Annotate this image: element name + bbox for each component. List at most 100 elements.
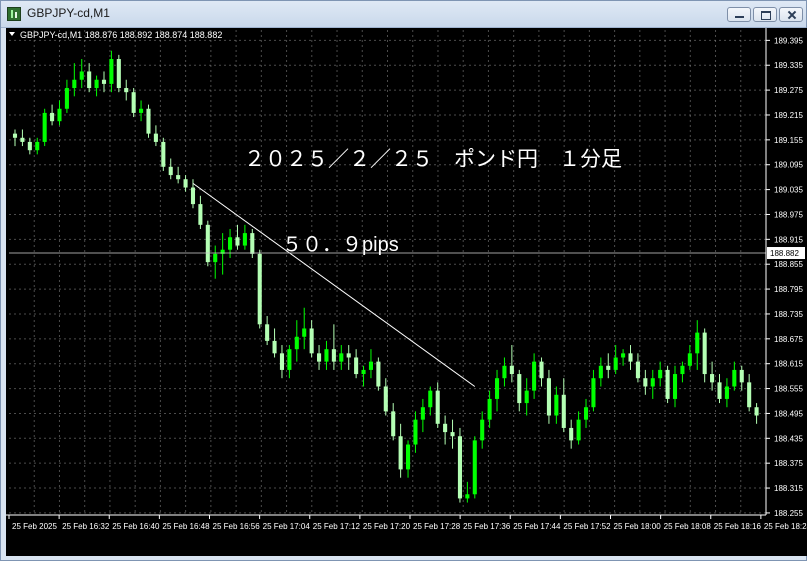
candle-body-bull xyxy=(339,353,344,362)
candle-body-bull xyxy=(72,79,77,89)
candle-body-bull xyxy=(287,349,292,370)
y-tick-label: 188.675 xyxy=(774,335,803,344)
grid xyxy=(9,30,766,515)
y-tick-label: 188.855 xyxy=(774,260,803,269)
candle-body-bull xyxy=(732,369,737,387)
candle-body-bull xyxy=(658,369,663,379)
candle-body-bull xyxy=(242,233,247,246)
y-tick-label: 189.215 xyxy=(774,111,803,120)
candle-body-bull xyxy=(554,394,559,416)
candle-body-bear xyxy=(717,382,722,399)
y-tick-label: 188.975 xyxy=(774,210,803,219)
overlays: 188.882 xyxy=(9,182,805,387)
candle-body-bull xyxy=(361,369,366,375)
x-tick-label: 25 Feb 16:56 xyxy=(213,522,261,531)
candle-body-bear xyxy=(561,394,566,428)
candle-body-bull xyxy=(213,253,218,263)
candle-body-bull xyxy=(680,365,685,375)
window-titlebar[interactable]: GBPJPY-cd,M1 xyxy=(1,1,806,28)
candle-body-bear xyxy=(346,353,351,358)
current-price-label: 188.882 xyxy=(770,249,799,258)
candle-body-bear xyxy=(250,233,255,254)
candle-body-bear xyxy=(183,179,188,188)
x-tick-label: 25 Feb 16:40 xyxy=(112,522,160,531)
candle-body-bull xyxy=(494,378,500,399)
chart-window-icon xyxy=(7,7,21,21)
candle-body-bull xyxy=(695,332,700,354)
y-tick-label: 189.395 xyxy=(774,36,803,45)
x-tick-label: 25 Feb 17:36 xyxy=(463,522,511,531)
candle-body-bear xyxy=(279,353,285,370)
x-tick-label: 25 Feb 18:08 xyxy=(664,522,712,531)
candle-body-bull xyxy=(583,407,589,420)
x-tick-label: 25 Feb 16:48 xyxy=(162,522,210,531)
candlestick-chart[interactable]: 188.882 189.395 189.335 189.275 189.215 189.… xyxy=(6,28,807,556)
minimize-button[interactable] xyxy=(727,7,751,22)
candle-body-bear xyxy=(116,59,121,89)
candle-body-bear xyxy=(665,369,670,399)
y-tick-label: 188.435 xyxy=(774,434,803,443)
candle-body-bull xyxy=(420,407,425,420)
candle-body-bull xyxy=(524,390,529,404)
candle-body-bull xyxy=(428,390,433,408)
candle-body-bear xyxy=(50,112,55,122)
chart-window: GBPJPY-cd,M1 188.882 189.395 189.335 189.2… xyxy=(0,0,807,561)
candle-body-bear xyxy=(354,357,359,375)
y-tick-label: 189.275 xyxy=(774,86,803,95)
chart-area[interactable]: 188.882 189.395 189.335 189.275 189.215 189.… xyxy=(6,28,807,556)
candle-body-bear xyxy=(739,369,744,383)
candle-body-bull xyxy=(532,361,537,391)
candle-body-bear xyxy=(710,374,715,383)
candle-body-bear xyxy=(435,390,440,424)
close-button[interactable] xyxy=(779,7,803,22)
candle-body-bull xyxy=(294,336,299,350)
candle-body-bear xyxy=(643,378,648,387)
x-tick-label: 25 Feb 17:28 xyxy=(413,522,461,531)
candle-body-bear xyxy=(235,237,240,246)
candle-body-bear xyxy=(517,374,522,404)
y-tick-label: 188.735 xyxy=(774,310,803,319)
candle-body-bear xyxy=(398,436,403,470)
chart-header: GBPJPY-cd,M1 188.876 188.892 188.874 188… xyxy=(20,30,222,40)
header-dropdown-icon[interactable] xyxy=(9,32,15,36)
candle-body-bear xyxy=(391,411,396,437)
y-tick-label: 189.095 xyxy=(774,161,803,170)
candle-body-bull xyxy=(472,440,477,495)
candle-body-bear xyxy=(161,141,166,167)
candle-body-bull xyxy=(598,365,603,379)
candle-body-bear xyxy=(309,328,314,354)
candle-body-bull xyxy=(139,108,144,113)
annotation-title: ２０２５／２／２５ ポンド円 １分足 xyxy=(244,148,622,171)
maximize-button[interactable] xyxy=(753,7,777,22)
y-tick-label: 188.375 xyxy=(774,459,803,468)
candle-body-bear xyxy=(747,382,752,408)
candle-body-bull xyxy=(42,112,47,142)
y-tick-label: 188.795 xyxy=(774,285,803,294)
candle-body-bull xyxy=(302,328,307,337)
candle-body-bull xyxy=(650,378,655,387)
candle-body-bear xyxy=(457,436,462,499)
candle-body-bear xyxy=(124,88,129,93)
y-tick-label: 189.155 xyxy=(774,136,803,145)
candle-body-bull xyxy=(57,108,62,122)
candle-body-bull xyxy=(406,444,411,470)
candle-body-bull xyxy=(368,361,373,370)
x-tick-label: 25 Feb 16:32 xyxy=(62,522,110,531)
candle-body-bear xyxy=(153,133,158,142)
candle-body-bear xyxy=(131,92,136,113)
candle-body-bear xyxy=(265,324,270,341)
candle-body-bull xyxy=(576,419,581,441)
candle-body-bear xyxy=(87,71,92,89)
candle-body-bear xyxy=(331,349,336,362)
annotation-pips: ５０．９pips xyxy=(282,234,399,256)
candle-body-bull xyxy=(94,79,99,89)
candle-body-bear xyxy=(569,427,574,441)
x-tick-label: 25 Feb 17:52 xyxy=(563,522,611,531)
candle-body-bull xyxy=(480,419,485,441)
candle-body-bull xyxy=(687,353,692,366)
candle-body-bull xyxy=(35,141,40,151)
candle-body-bear xyxy=(317,353,322,362)
candle-body-bear xyxy=(376,361,381,387)
y-tick-label: 188.495 xyxy=(774,409,803,418)
window-title: GBPJPY-cd,M1 xyxy=(27,6,110,20)
